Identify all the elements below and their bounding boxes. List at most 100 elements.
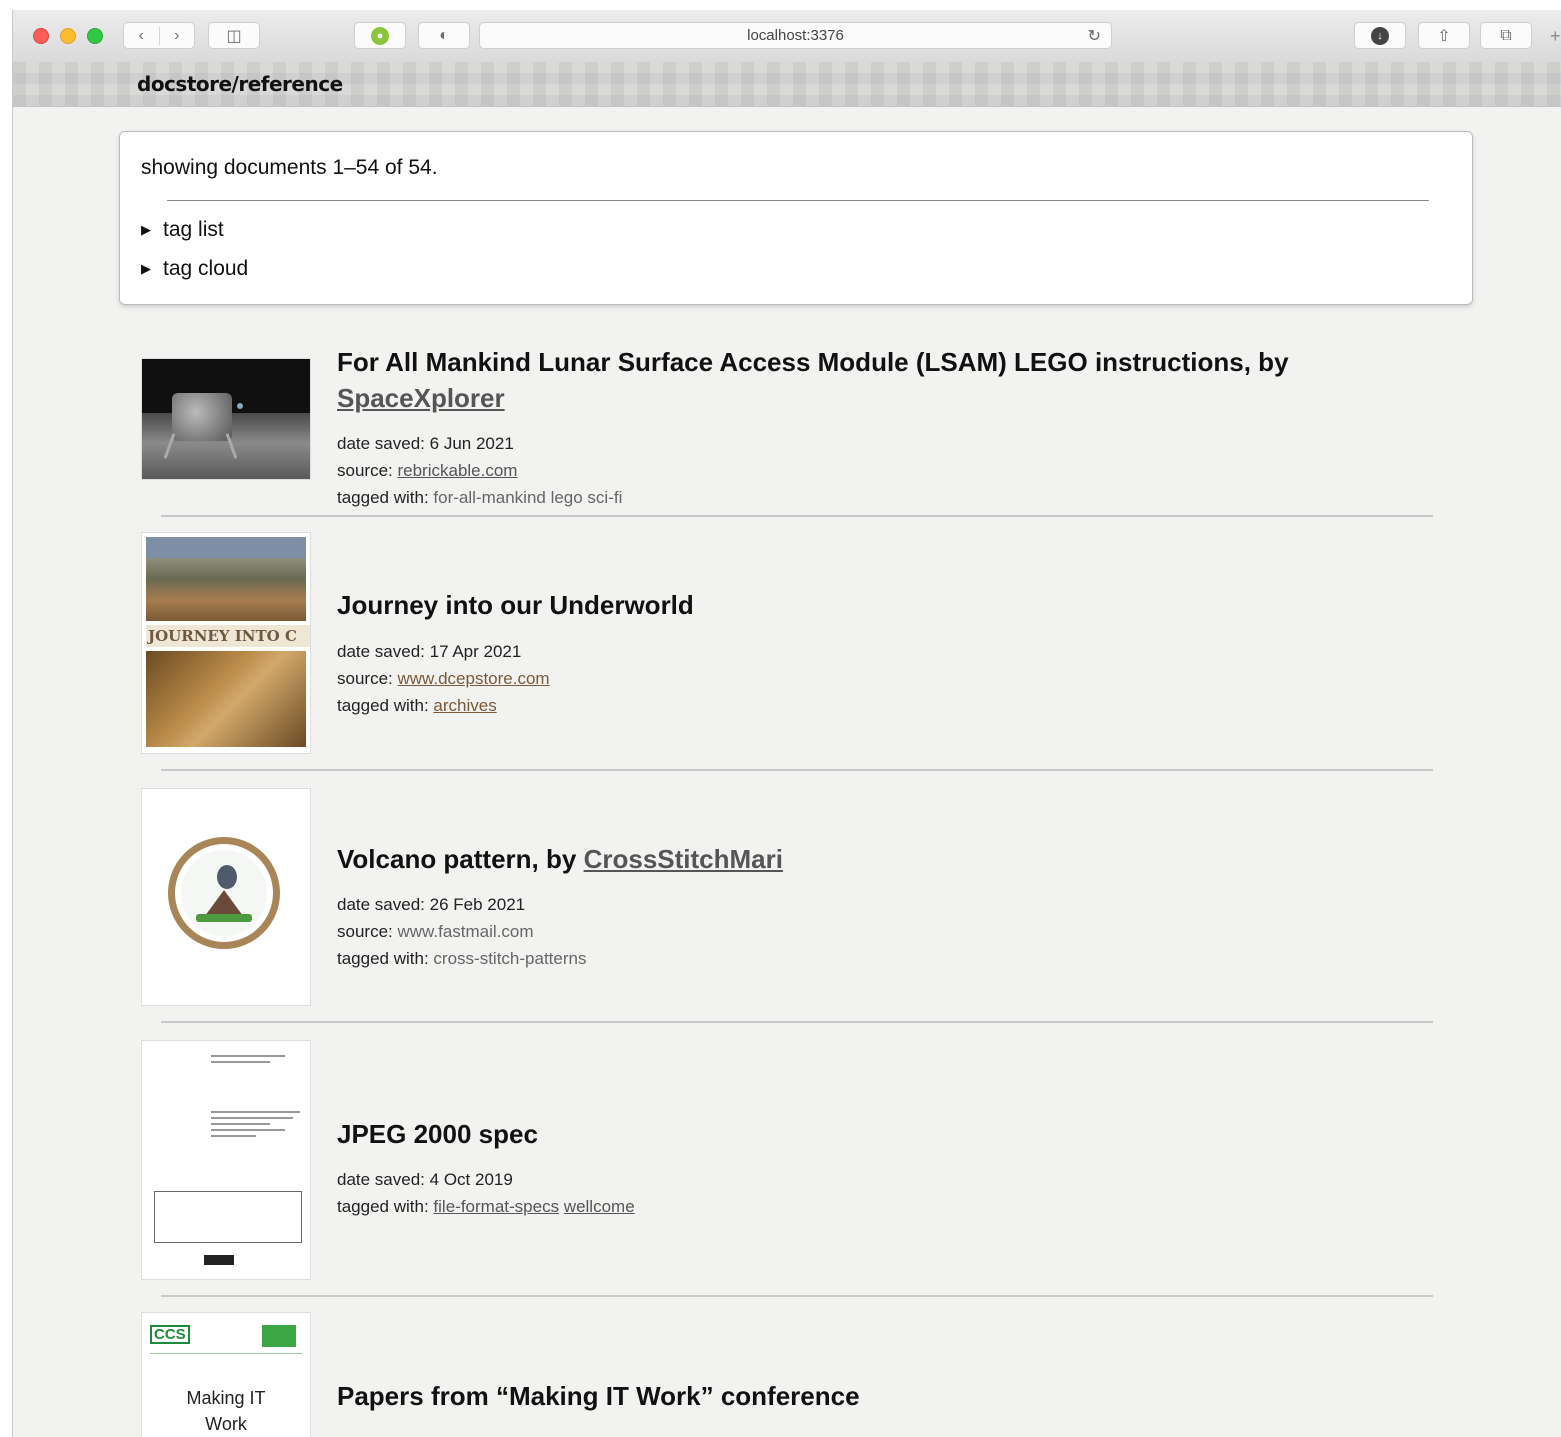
divider	[161, 1021, 1433, 1023]
document-meta: date saved: 6 Jun 2021 source: rebrickab…	[337, 430, 622, 511]
tag-link[interactable]: wellcome	[564, 1197, 635, 1216]
thumbnail-tunnel	[146, 651, 306, 747]
date-value: 6 Jun 2021	[429, 434, 514, 453]
disclosure-label: tag list	[163, 218, 224, 241]
document-title-text: JPEG 2000 spec	[337, 1119, 538, 1149]
results-count: showing documents 1–54 of 54.	[141, 156, 438, 179]
date-saved-row: date saved: 26 Feb 2021	[337, 891, 586, 918]
share-button[interactable]: ⇧	[1418, 22, 1470, 49]
document-title[interactable]: Journey into our Underworld	[337, 587, 1417, 623]
tag-link[interactable]: archives	[433, 696, 496, 715]
tags-row: tagged with: archives	[337, 692, 550, 719]
meta-label: tagged with:	[337, 1197, 429, 1216]
meta-label: tagged with:	[337, 949, 429, 968]
document-title[interactable]: For All Mankind Lunar Surface Access Mod…	[337, 344, 1417, 416]
browser-toolbar: ‹ › ◫ ● ◐ localhost:3376 ↻ ↓ ⇧ ⧉ +	[13, 10, 1561, 62]
document-thumbnail[interactable]	[141, 1040, 311, 1280]
document-item: Volcano pattern, by CrossStitchMari date…	[141, 786, 1441, 1026]
date-saved-row: date saved: 17 Apr 2021	[337, 638, 550, 665]
meta-label: date saved:	[337, 1170, 425, 1189]
meta-label: tagged with:	[337, 488, 429, 507]
summary-box: showing documents 1–54 of 54. ▶ tag list…	[119, 131, 1473, 305]
thumbnail-title-line: Work	[205, 1414, 247, 1434]
history-nav: ‹ ›	[123, 22, 195, 49]
document-title[interactable]: Volcano pattern, by CrossStitchMari	[337, 841, 1417, 877]
author-link[interactable]: CrossStitchMari	[584, 844, 783, 874]
document-title[interactable]: JPEG 2000 spec	[337, 1116, 1417, 1152]
source-link[interactable]: www.dcepstore.com	[397, 669, 549, 688]
address-bar[interactable]: localhost:3376 ↻	[479, 22, 1112, 49]
document-meta: date saved: 17 Apr 2021 source: www.dcep…	[337, 638, 550, 719]
embroidery-hoop	[168, 837, 280, 949]
date-value: 26 Feb 2021	[429, 895, 526, 914]
site-title[interactable]: docstore/reference	[137, 72, 343, 96]
source-row: source: rebrickable.com	[337, 457, 622, 484]
zoom-window-button[interactable]	[87, 28, 103, 44]
meta-label: source:	[337, 669, 393, 688]
thumbnail-green-block	[262, 1325, 296, 1347]
document-thumbnail[interactable]: JOURNEY INTO C	[141, 532, 311, 754]
lander-shape	[172, 393, 232, 441]
source-row: source: www.dcepstore.com	[337, 665, 550, 692]
document-thumbnail[interactable]: CCS Making IT Work	[141, 1312, 311, 1437]
document-title-text: Volcano pattern, by	[337, 844, 577, 874]
extension-icon: ●	[371, 26, 389, 45]
thumbnail-title: Making IT Work	[142, 1385, 310, 1437]
tag-link[interactable]: file-format-specs	[433, 1197, 559, 1216]
close-window-button[interactable]	[33, 28, 49, 44]
tabs-icon: ⧉	[1500, 26, 1512, 44]
document-title-text: For All Mankind Lunar Surface Access Mod…	[337, 347, 1289, 377]
reload-icon[interactable]: ↻	[1088, 26, 1101, 46]
author-link[interactable]: SpaceXplorer	[337, 383, 505, 413]
divider	[167, 200, 1429, 201]
sidebar-icon: ◫	[226, 27, 242, 45]
document-item: JPEG 2000 spec date saved: 4 Oct 2019 ta…	[141, 1038, 1441, 1288]
source-value: www.fastmail.com	[397, 922, 534, 941]
volcano-smoke	[217, 865, 238, 890]
thumbnail-title-text: JOURNEY INTO C	[146, 625, 310, 647]
document-item: JOURNEY INTO C Journey into our Underwor…	[141, 530, 1441, 770]
document-title[interactable]: Papers from “Making IT Work” conference	[337, 1378, 1417, 1414]
grass-shape	[196, 913, 252, 922]
document-thumbnail[interactable]	[141, 358, 311, 480]
thumbnail-title-line: Making IT	[186, 1388, 266, 1408]
tags-value: for-all-mankind lego sci-fi	[433, 488, 623, 507]
thumbnail-notice-box	[154, 1191, 302, 1243]
extension-button[interactable]: ●	[354, 22, 406, 49]
site-header: docstore/reference	[13, 62, 1561, 107]
chevron-left-icon[interactable]: ‹	[124, 27, 159, 45]
tags-row: tagged with: cross-stitch-patterns	[337, 945, 586, 972]
source-row: source: www.fastmail.com	[337, 918, 586, 945]
date-saved-row: date saved: 4 Oct 2019	[337, 1166, 635, 1193]
downloads-button[interactable]: ↓	[1354, 22, 1406, 49]
date-value: 17 Apr 2021	[429, 642, 522, 661]
date-saved-row: date saved: 6 Jun 2021	[337, 430, 622, 457]
meta-label: date saved:	[337, 434, 425, 453]
tags-value: cross-stitch-patterns	[433, 949, 587, 968]
tags-row: tagged with: for-all-mankind lego sci-fi	[337, 484, 622, 511]
meta-label: source:	[337, 461, 393, 480]
tag-list-toggle[interactable]: ▶ tag list	[141, 218, 224, 242]
divider	[161, 769, 1433, 771]
tabs-overview-button[interactable]: ⧉	[1480, 22, 1532, 49]
plus-icon[interactable]: +	[1550, 26, 1561, 47]
disclosure-label: tag cloud	[163, 257, 249, 280]
earth-shape	[237, 403, 243, 409]
minimize-window-button[interactable]	[60, 28, 76, 44]
ccs-logo: CCS	[150, 1325, 190, 1344]
sidebar-button[interactable]: ◫	[208, 22, 260, 49]
meta-label: tagged with:	[337, 696, 429, 715]
hoop-fabric	[181, 850, 267, 936]
document-thumbnail[interactable]	[141, 788, 311, 1006]
tag-cloud-toggle[interactable]: ▶ tag cloud	[141, 257, 248, 281]
reader-button[interactable]: ◐	[418, 22, 470, 49]
meta-label: date saved:	[337, 895, 425, 914]
source-link[interactable]: rebrickable.com	[397, 461, 517, 480]
divider	[150, 1353, 302, 1354]
share-icon: ⇧	[1437, 27, 1451, 45]
meta-label: date saved:	[337, 642, 425, 661]
document-title-text: Papers from “Making IT Work” conference	[337, 1381, 860, 1411]
date-value: 4 Oct 2019	[429, 1170, 513, 1189]
disclosure-triangle-icon: ▶	[141, 222, 151, 237]
chevron-right-icon[interactable]: ›	[160, 27, 195, 45]
